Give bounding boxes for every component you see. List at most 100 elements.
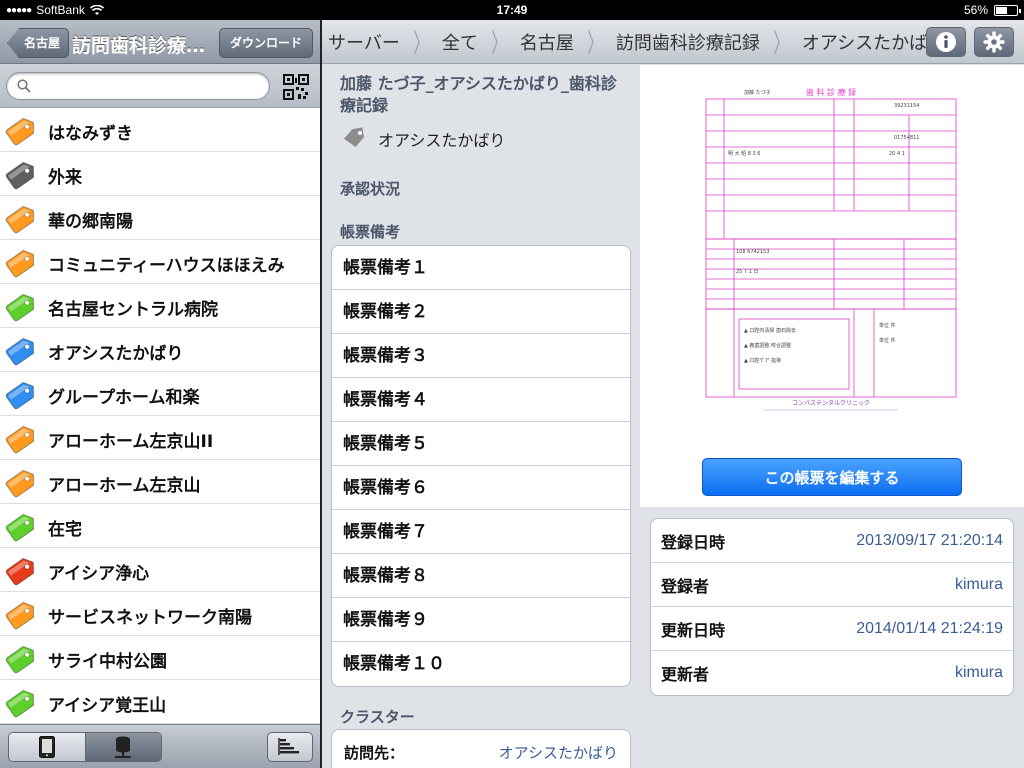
list-item[interactable]: サライ中村公園 — [0, 636, 320, 680]
list-item-label: はなみずき — [48, 124, 133, 144]
chevron-right-icon: 〉 — [587, 29, 603, 59]
battery-fill — [996, 6, 1008, 14]
svg-text:単位 件: 単位 件 — [879, 337, 896, 344]
list-item[interactable]: アローホーム左京山II — [0, 416, 320, 460]
metadata-row: 登録日時 2013/09/17 21:20:14 — [651, 519, 1013, 563]
list-item[interactable]: コミュニティーハウスほほえみ — [0, 240, 320, 284]
remark-row[interactable]: 帳票備考６ — [332, 466, 630, 510]
list-item[interactable]: 在宅 — [0, 504, 320, 548]
list-item[interactable]: 名古屋セントラル病院 — [0, 284, 320, 328]
left-nav-title: 訪問歯科診療… — [72, 35, 206, 57]
list-item[interactable]: はなみずき — [0, 108, 320, 152]
svg-text:▲ 口腔ケア 指導: ▲ 口腔ケア 指導 — [744, 357, 781, 364]
tag-icon — [5, 337, 35, 366]
breadcrumb-server[interactable]: サーバー — [322, 29, 406, 55]
edit-form-button[interactable]: この帳票を編集する — [702, 458, 962, 496]
remark-row[interactable]: 帳票備考２ — [332, 290, 630, 334]
settings-button[interactable] — [974, 27, 1014, 57]
tablet-icon — [38, 736, 55, 758]
tag-icon — [5, 249, 35, 278]
sort-button[interactable] — [267, 732, 313, 762]
metadata-value: 2014/01/14 21:24:19 — [856, 619, 1003, 637]
status-time: 17:49 — [496, 3, 528, 17]
document-tag-label: オアシスたかばり — [378, 131, 506, 150]
search-field[interactable] — [6, 72, 270, 100]
list-item-label: アイシア覚王山 — [48, 696, 167, 716]
device-segment[interactable] — [9, 733, 85, 761]
remarks-header: 帳票備考 — [340, 223, 401, 241]
tag-icon — [5, 425, 35, 454]
svg-text:25 7 1 日: 25 7 1 日 — [736, 269, 759, 275]
remark-row[interactable]: 帳票備考１０ — [332, 642, 630, 686]
remark-row[interactable]: 帳票備考９ — [332, 598, 630, 642]
list-item[interactable]: アイシア浄心 — [0, 548, 320, 592]
metadata-value: kimura — [954, 664, 1003, 681]
svg-text:明 大 昭 8 3 6: 明 大 昭 8 3 6 — [728, 150, 761, 157]
list-item-label: グループホーム和楽 — [48, 388, 200, 408]
left-pane: 名古屋 訪問歯科診療… ダウンロード はなみずき外来 華の郷南陽コミュニティーハウ… — [0, 20, 320, 768]
remark-row[interactable]: 帳票備考５ — [332, 422, 630, 466]
remark-row[interactable]: 帳票備考４ — [332, 378, 630, 422]
breadcrumb: サーバー〉 全て〉 名古屋〉 訪問歯科診療記録〉 オアシスたかばり — [322, 20, 1024, 64]
gear-icon — [983, 31, 1005, 53]
location-list: はなみずき外来 華の郷南陽コミュニティーハウスほほえみ名古屋セントラル病院 オアシス… — [0, 108, 320, 724]
cluster-row[interactable]: 訪問先： オアシスたかばり — [332, 730, 630, 768]
battery-icon — [994, 4, 1021, 16]
svg-text:01754811: 01754811 — [894, 135, 919, 141]
approval-header: 承認状況 — [340, 180, 401, 198]
app-window: ●●●●● SoftBank 17:49 56% 名古屋 訪問歯科診療… ダウン… — [0, 0, 1024, 768]
breadcrumb-nagoya[interactable]: 名古屋 — [514, 29, 580, 55]
list-item[interactable]: グループホーム和楽 — [0, 372, 320, 416]
remark-row[interactable]: 帳票備考７ — [332, 510, 630, 554]
preview-column: 歯 科 診 療 録 加藤 たづ子 39231154 01754811 明 大 昭… — [640, 65, 1024, 768]
server-segment[interactable] — [84, 733, 161, 761]
metadata-key: 登録者 — [661, 576, 710, 596]
remark-row[interactable]: 帳票備考１ — [332, 246, 630, 290]
list-item-label: サライ中村公園 — [48, 652, 167, 672]
document-title: 加藤 たづ子_オアシスたかばり_歯科診療記録 — [340, 74, 617, 115]
tag-icon — [5, 117, 35, 146]
preview-area: 歯 科 診 療 録 加藤 たづ子 39231154 01754811 明 大 昭… — [640, 65, 1024, 507]
list-item[interactable]: 華の郷南陽 — [0, 196, 320, 240]
chevron-right-icon: 〉 — [773, 29, 789, 59]
metadata-row: 登録者 kimura — [651, 563, 1013, 607]
chevron-right-icon: 〉 — [413, 29, 429, 59]
list-item-label: コミュニティーハウスほほえみ — [48, 256, 285, 276]
list-item[interactable]: 外来 — [0, 152, 320, 196]
list-item[interactable]: サービスネットワーク南陽 — [0, 592, 320, 636]
status-right: 56% — [963, 3, 1021, 17]
document-tag: オアシスたかばり — [340, 127, 505, 151]
metadata-list: 登録日時 2013/09/17 21:20:14 登録者 kimura 更新日時 2014… — [650, 518, 1014, 696]
metadata-row: 更新者 kimura — [651, 651, 1013, 695]
list-item[interactable]: オアシスたかばり — [0, 328, 320, 372]
list-item-label: アイシア浄心 — [48, 564, 150, 584]
tag-icon — [5, 381, 35, 410]
svg-text:単位 件: 単位 件 — [879, 322, 896, 329]
list-item-label: サービスネットワーク南陽 — [48, 608, 252, 628]
cluster-key: 訪問先： — [344, 743, 405, 762]
info-icon — [936, 32, 956, 52]
qr-code-icon[interactable] — [283, 74, 309, 100]
cluster-header: クラスター — [340, 708, 415, 726]
breadcrumb-record[interactable]: 訪問歯科診療記録 — [610, 29, 766, 55]
battery-percent: 56% — [963, 3, 988, 17]
tag-icon — [5, 689, 35, 718]
remark-row[interactable]: 帳票備考３ — [332, 334, 630, 378]
svg-text:▲ 義歯調整 咬合調整: ▲ 義歯調整 咬合調整 — [744, 342, 791, 349]
remark-row[interactable]: 帳票備考８ — [332, 554, 630, 598]
back-button[interactable]: 名古屋 — [7, 28, 70, 58]
tag-icon — [5, 557, 35, 586]
form-thumbnail[interactable]: 歯 科 診 療 録 加藤 たづ子3923115401754811 明 大 昭 8… — [704, 87, 958, 417]
left-toolbar — [0, 724, 320, 768]
breadcrumb-all[interactable]: 全て — [436, 29, 484, 55]
info-button[interactable] — [926, 27, 966, 57]
list-item[interactable]: アイシア覚王山 — [0, 680, 320, 724]
search-input[interactable] — [37, 77, 262, 97]
database-icon — [115, 736, 132, 758]
list-item[interactable]: アローホーム左京山 — [0, 460, 320, 504]
tag-icon — [5, 293, 35, 322]
download-button[interactable]: ダウンロード — [218, 28, 313, 58]
tag-icon — [5, 205, 35, 234]
metadata-key: 更新日時 — [661, 620, 726, 640]
document-detail-column: 加藤 たづ子_オアシスたかばり_歯科診療記録 オアシスたかばり 承認状況 帳票備… — [322, 65, 640, 768]
